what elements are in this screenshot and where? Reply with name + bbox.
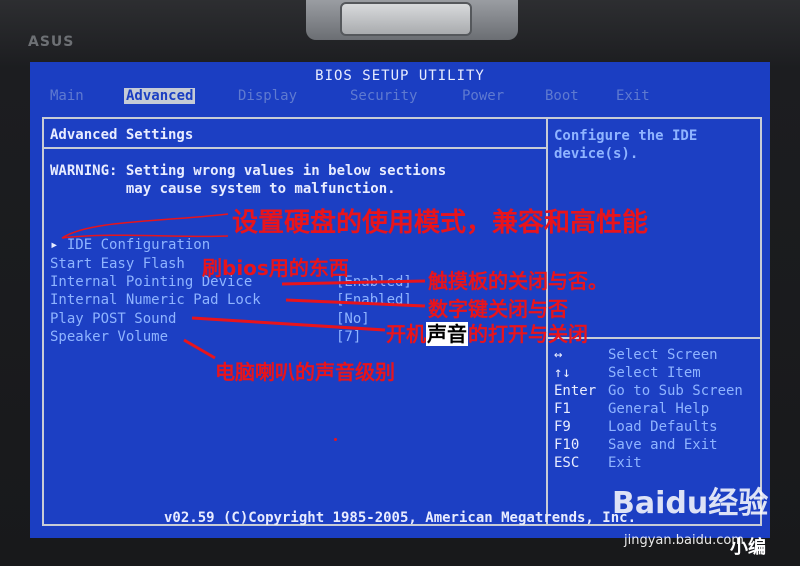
pointing-annotation-line <box>281 279 426 286</box>
corner-logo: 小编 <box>730 537 766 558</box>
numeric-annotation-line <box>285 298 426 308</box>
annotation-dot <box>334 438 337 441</box>
annotation-ide-mode: 设置硬盘的使用模式，兼容和高性能 <box>232 208 649 238</box>
annotation-flash: 刷bios用的东西 <box>202 256 349 280</box>
ide-annotation-bracket <box>61 213 229 239</box>
baidu-watermark-logo: Baidu经验 <box>612 486 769 521</box>
annotation-speaker: 电脑喇叭的声音级别 <box>215 360 395 384</box>
post-sound-annotation-line <box>191 316 386 332</box>
speaker-annotation-line <box>183 338 216 360</box>
annotation-post-sound: 开机声音的打开与关闭 <box>386 322 588 346</box>
annotation-pointing: 触摸板的关闭与否。 <box>428 269 608 293</box>
watermark-url: jingyan.baidu.com <box>624 533 744 548</box>
